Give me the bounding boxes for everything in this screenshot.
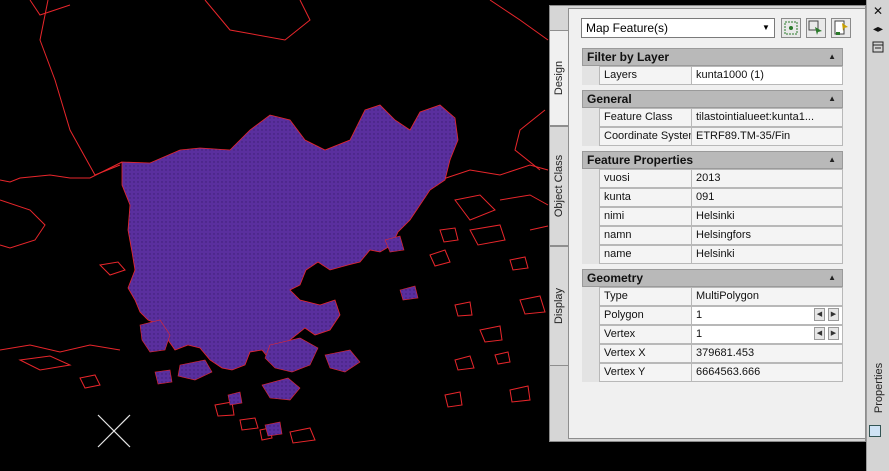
island-8	[227, 391, 243, 406]
property-row[interactable]: Vertex 1 ◀ ▶	[582, 325, 843, 344]
property-value: Helsinki	[691, 207, 843, 226]
section-title: Geometry	[587, 271, 644, 285]
property-value[interactable]: kunta1000 (1)	[691, 66, 843, 85]
property-key: Layers	[599, 66, 691, 85]
select-objects-button[interactable]	[806, 18, 826, 38]
property-row[interactable]: Type MultiPolygon	[582, 287, 843, 306]
island-9	[264, 421, 283, 437]
property-value: Helsinki	[691, 245, 843, 264]
tab-display-label: Display	[553, 287, 565, 325]
palette-title: Properties	[870, 358, 887, 418]
property-value: 2013	[691, 169, 843, 188]
collapse-icon[interactable]: ▲	[828, 91, 836, 107]
property-key: nimi	[599, 207, 691, 226]
property-row[interactable]: vuosi 2013	[582, 169, 843, 188]
ucs-cursor-icon	[97, 414, 131, 448]
property-key: kunta	[599, 188, 691, 207]
previous-icon[interactable]: ◀	[814, 327, 825, 340]
auto-hide-icon[interactable]: ◂▸	[871, 23, 885, 37]
property-key: vuosi	[599, 169, 691, 188]
section-title: Feature Properties	[587, 153, 694, 167]
island-6	[154, 369, 173, 385]
tab-design-label: Design	[553, 60, 565, 96]
section-general[interactable]: General ▲	[582, 90, 843, 108]
collapse-icon[interactable]: ▲	[828, 49, 836, 65]
properties-menu-icon[interactable]	[871, 41, 885, 55]
property-row[interactable]: Feature Class tilastointialueet:kunta1..…	[582, 108, 843, 127]
quick-select-icon	[784, 21, 798, 35]
property-row[interactable]: namn Helsingfors	[582, 226, 843, 245]
property-key: Vertex Y	[599, 363, 691, 382]
property-value: 091	[691, 188, 843, 207]
tab-object-class[interactable]: Object Class	[549, 126, 568, 246]
next-icon[interactable]: ▶	[828, 308, 839, 321]
property-key: Type	[599, 287, 691, 306]
close-icon[interactable]: ✕	[871, 4, 885, 18]
section-filter-by-layer[interactable]: Filter by Layer ▲	[582, 48, 843, 66]
property-key: name	[599, 245, 691, 264]
property-value: 1	[696, 309, 703, 321]
property-value: tilastointialueet:kunta1...	[691, 108, 843, 127]
selected-feature-helsinki[interactable]	[121, 104, 459, 371]
dropdown-value: Map Feature(s)	[586, 21, 669, 35]
toggle-pickadd-button[interactable]	[831, 18, 851, 38]
next-icon[interactable]: ▶	[828, 327, 839, 340]
toggle-pickadd-icon	[834, 20, 848, 35]
section-title: Filter by Layer	[587, 50, 670, 64]
tab-display[interactable]: Display	[549, 246, 568, 366]
property-row[interactable]: Vertex Y 6664563.666	[582, 363, 843, 382]
property-value: 1	[696, 328, 703, 340]
property-key: Polygon	[599, 306, 691, 325]
menu-icon	[872, 41, 884, 53]
property-value: ETRF89.TM-35/Fin	[691, 127, 843, 146]
section-feature-properties[interactable]: Feature Properties ▲	[582, 151, 843, 169]
property-key: Vertex X	[599, 344, 691, 363]
island-10	[399, 285, 419, 301]
island-4	[324, 349, 361, 373]
palette-title-label: Properties	[872, 362, 885, 414]
property-row[interactable]: Polygon 1 ◀ ▶	[582, 306, 843, 325]
property-key: namn	[599, 226, 691, 245]
quick-select-button[interactable]	[781, 18, 801, 38]
property-key: Coordinate System	[599, 127, 691, 146]
property-row[interactable]: Layers kunta1000 (1)	[582, 66, 843, 85]
tab-object-class-label: Object Class	[553, 154, 565, 218]
property-value: 379681.453	[691, 344, 843, 363]
tab-design[interactable]: Design	[549, 30, 568, 126]
property-row[interactable]: Vertex X 379681.453	[582, 344, 843, 363]
property-value: Helsingfors	[691, 226, 843, 245]
palette-title-bar[interactable]: ✕ ◂▸ Properties	[866, 0, 889, 471]
select-objects-icon	[808, 20, 822, 35]
collapse-icon[interactable]: ▲	[828, 152, 836, 168]
island-5	[261, 377, 301, 401]
object-type-dropdown[interactable]: Map Feature(s) ▼	[581, 18, 775, 38]
property-row[interactable]: nimi Helsinki	[582, 207, 843, 226]
collapse-icon[interactable]: ▲	[828, 270, 836, 286]
property-row[interactable]: kunta 091	[582, 188, 843, 207]
property-value: MultiPolygon	[691, 287, 843, 306]
property-key: Vertex	[599, 325, 691, 344]
property-row[interactable]: Coordinate System ETRF89.TM-35/Fin	[582, 127, 843, 146]
section-title: General	[587, 92, 632, 106]
property-key: Feature Class	[599, 108, 691, 127]
property-value: 6664563.666	[691, 363, 843, 382]
section-geometry[interactable]: Geometry ▲	[582, 269, 843, 287]
palette-icon	[869, 425, 881, 437]
previous-icon[interactable]: ◀	[814, 308, 825, 321]
chevron-down-icon: ▼	[762, 23, 770, 32]
island-2	[177, 359, 213, 381]
property-row[interactable]: name Helsinki	[582, 245, 843, 264]
